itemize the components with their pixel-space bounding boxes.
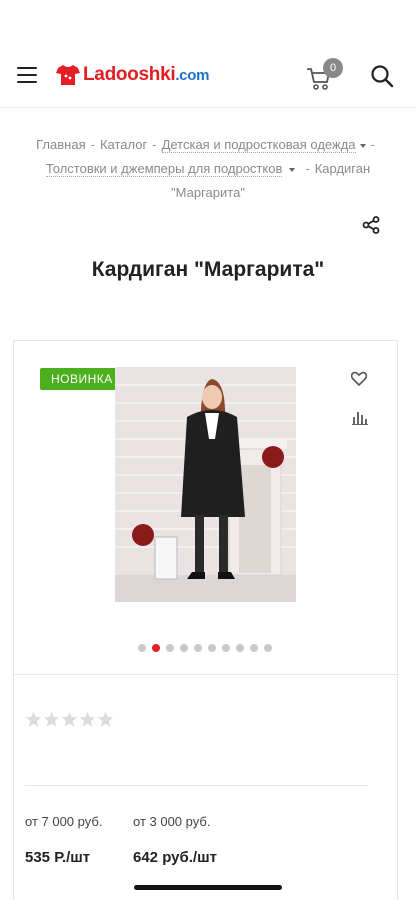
- new-badge: НОВИНКА: [40, 368, 124, 390]
- page-title: Кардиган "Маргарита": [91, 258, 325, 281]
- gallery-pagination: [138, 644, 278, 654]
- logo-suffix: .com: [175, 66, 210, 84]
- gallery-dot[interactable]: [250, 644, 258, 652]
- star-icon[interactable]: [61, 711, 78, 728]
- site-logo[interactable]: Ladooshki .com: [56, 62, 209, 88]
- heart-icon: [350, 371, 368, 386]
- price-tier-2: от 3 000 руб. 642 руб./шт: [133, 814, 217, 866]
- breadcrumb-kids-clothing[interactable]: Детская и подростковая одежда: [161, 137, 366, 153]
- product-photo[interactable]: [115, 367, 296, 602]
- chevron-down-icon: [359, 143, 366, 148]
- gallery-dot[interactable]: [222, 644, 230, 652]
- star-icon[interactable]: [97, 711, 114, 728]
- search-button[interactable]: [370, 64, 394, 88]
- search-icon: [371, 65, 394, 88]
- divider: [14, 674, 399, 675]
- gallery-dot[interactable]: [264, 644, 272, 652]
- star-icon[interactable]: [43, 711, 60, 728]
- breadcrumb-separator: -: [370, 137, 375, 152]
- price-tier-label: от 3 000 руб.: [133, 814, 211, 829]
- price-value: 642 руб./шт: [133, 849, 217, 866]
- gallery-dot[interactable]: [236, 644, 244, 652]
- star-icon[interactable]: [25, 711, 42, 728]
- hamburger-icon[interactable]: [17, 67, 37, 83]
- favorite-button[interactable]: [350, 371, 369, 387]
- share-icon: [362, 216, 380, 234]
- breadcrumb-separator: -: [152, 137, 157, 152]
- gallery-dot[interactable]: [194, 644, 202, 652]
- breadcrumb-sweatshirts-label: Толстовки и джемперы для подростков: [45, 161, 283, 177]
- site-header: Ladooshki .com 0: [0, 40, 416, 108]
- price-tier-label: от 7 000 руб.: [25, 814, 103, 829]
- compare-icon: [352, 412, 368, 425]
- price-value: 535 Р./шт: [25, 849, 91, 866]
- breadcrumb: Главная - Каталог - Детская и подростковая о…: [24, 133, 392, 205]
- divider: [25, 785, 368, 786]
- breadcrumb-separator: -: [305, 161, 310, 176]
- breadcrumb-kids-clothing-label: Детская и подростковая одежда: [161, 137, 356, 153]
- chevron-down-icon: [289, 167, 296, 172]
- price-tier-1: от 7 000 руб. 535 Р./шт: [25, 814, 102, 866]
- compare-button[interactable]: [352, 411, 368, 425]
- tshirt-logo-icon: [56, 65, 80, 85]
- gallery-dot[interactable]: [152, 644, 160, 652]
- home-indicator[interactable]: [134, 885, 282, 890]
- breadcrumb-catalog[interactable]: Каталог: [100, 137, 147, 152]
- cart-count-badge: 0: [323, 58, 343, 78]
- logo-text: Ladooshki: [83, 64, 176, 85]
- gallery-dot[interactable]: [180, 644, 188, 652]
- gallery-dot[interactable]: [208, 644, 216, 652]
- product-photo-illustration: [115, 367, 296, 602]
- share-button[interactable]: [362, 216, 380, 234]
- breadcrumb-home[interactable]: Главная: [36, 137, 85, 152]
- product-card: НОВИНКА от 7 000 руб. 535 Р./шт от 3 000…: [13, 340, 399, 900]
- gallery-dot[interactable]: [166, 644, 174, 652]
- breadcrumb-sweatshirts[interactable]: Толстовки и джемперы для подростков: [45, 161, 296, 177]
- cart-button[interactable]: 0: [306, 58, 343, 92]
- rating-stars: [25, 711, 115, 728]
- breadcrumb-separator: -: [90, 137, 95, 152]
- star-icon[interactable]: [79, 711, 96, 728]
- gallery-dot[interactable]: [138, 644, 146, 652]
